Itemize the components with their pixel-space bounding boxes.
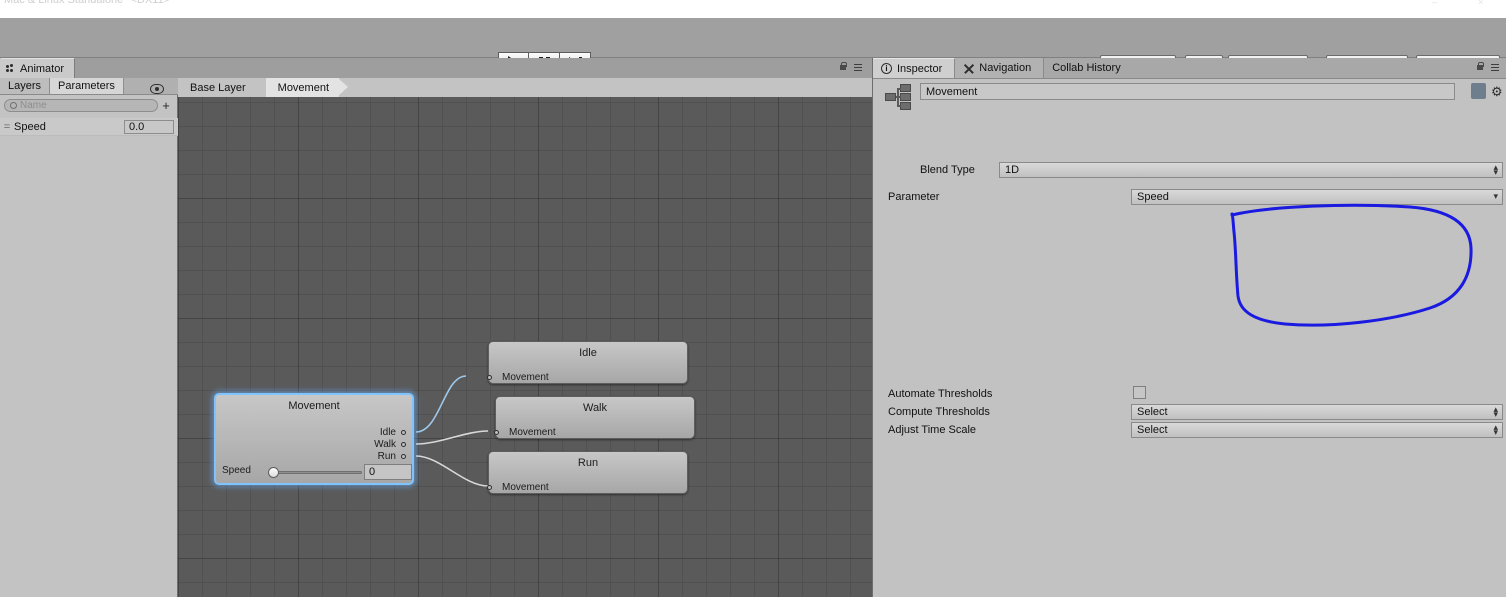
state-node-idle-title: Idle bbox=[579, 347, 597, 359]
breadcrumb-arrow-icon bbox=[254, 78, 265, 96]
blend-type-label: Blend Type bbox=[920, 164, 975, 176]
animator-graph-canvas[interactable]: Base Layer Movement Movement Idle Walk R… bbox=[178, 78, 872, 597]
adjust-time-scale-value: Select bbox=[1137, 424, 1168, 436]
window-close-button[interactable]: × bbox=[1478, 0, 1488, 7]
transition-edges bbox=[415, 375, 489, 487]
search-icon bbox=[10, 101, 17, 109]
animator-icon bbox=[6, 63, 16, 74]
speed-slider-knob[interactable] bbox=[268, 467, 279, 478]
speed-slider-label: Speed bbox=[222, 465, 251, 476]
speed-slider-track[interactable] bbox=[272, 471, 362, 474]
adjust-time-scale-dropdown[interactable]: Select ▴ ▾ bbox=[1131, 422, 1503, 438]
port-label-run: Run bbox=[377, 451, 396, 462]
gear-icon[interactable]: ⚙ bbox=[1491, 84, 1503, 100]
animator-panel-options bbox=[839, 62, 862, 71]
port-dot-walk[interactable] bbox=[401, 442, 406, 447]
tab-animator[interactable]: Animator bbox=[0, 58, 76, 78]
inspector-panel: i Inspector Navigation Collab History Mo… bbox=[872, 58, 1506, 597]
parameter-dropdown[interactable]: Speed ▾ bbox=[1131, 189, 1503, 205]
state-node-walk-title: Walk bbox=[582, 402, 608, 414]
blend-type-value: 1D bbox=[1005, 164, 1020, 176]
state-node-idle-motion: Movement bbox=[502, 372, 549, 383]
drag-handle-icon[interactable]: = bbox=[0, 121, 14, 133]
inspector-panel-options bbox=[1476, 62, 1499, 71]
state-node-run-title: Run bbox=[577, 457, 599, 469]
parameter-name: Speed bbox=[14, 120, 46, 133]
compute-thresholds-label: Compute Thresholds bbox=[888, 406, 990, 418]
tab-collab-history[interactable]: Collab History bbox=[1044, 58, 1133, 78]
tab-inspector[interactable]: i Inspector bbox=[873, 58, 956, 78]
blend-type-dropdown[interactable]: 1D ▴ ▾ bbox=[999, 162, 1503, 178]
port-label-idle: Idle bbox=[379, 427, 396, 438]
tab-layers-label: Layers bbox=[8, 80, 42, 92]
state-node-idle-input-dot[interactable] bbox=[487, 375, 492, 380]
search-input[interactable]: Name bbox=[4, 98, 158, 112]
add-parameter-button[interactable]: + bbox=[158, 98, 174, 113]
blend-tree-node-title: Movement bbox=[288, 400, 340, 412]
parameter-label: Parameter bbox=[888, 191, 940, 203]
tab-inspector-label: Inspector bbox=[897, 62, 943, 75]
unity-toolbar: Collab Account Layers Layout bbox=[0, 18, 1506, 74]
updown-arrows-icon: ▴ ▾ bbox=[1493, 422, 1498, 437]
speed-value-input[interactable]: 0 bbox=[364, 464, 412, 480]
tab-animator-label: Animator bbox=[20, 62, 65, 75]
os-window-title: Mac & Linux Standalone* <DX11> bbox=[4, 0, 171, 6]
port-dot-run[interactable] bbox=[401, 454, 406, 459]
lock-icon[interactable] bbox=[1476, 62, 1484, 71]
compute-thresholds-value: Select bbox=[1137, 406, 1168, 418]
blend-tree-asset-icon bbox=[885, 82, 915, 112]
eye-icon[interactable] bbox=[150, 84, 164, 94]
panel-menu-icon[interactable] bbox=[1488, 63, 1499, 71]
updown-arrows-icon: ▴ ▾ bbox=[1493, 162, 1498, 177]
automate-thresholds-checkbox[interactable] bbox=[1133, 386, 1146, 399]
adjust-time-scale-label: Adjust Time Scale bbox=[888, 424, 977, 436]
animator-window: Animator Layers Parameters Name + = Spee… bbox=[0, 58, 872, 597]
updown-arrows-icon: ▴ ▾ bbox=[1493, 404, 1498, 419]
tab-layers[interactable]: Layers bbox=[0, 78, 51, 94]
state-node-walk[interactable]: Walk Movement bbox=[494, 396, 695, 439]
state-node-walk-motion: Movement bbox=[509, 427, 556, 438]
preset-icon[interactable] bbox=[1471, 83, 1486, 99]
parameter-row-speed[interactable]: = Speed 0.0 bbox=[0, 118, 178, 136]
state-node-run-motion: Movement bbox=[502, 482, 549, 493]
tab-parameters-label: Parameters bbox=[58, 80, 115, 92]
breadcrumb-arrow-icon bbox=[338, 78, 349, 96]
port-label-walk: Walk bbox=[374, 439, 396, 450]
chevron-down-icon: ▾ bbox=[1493, 191, 1498, 201]
inspector-tab-strip: i Inspector Navigation Collab History bbox=[873, 58, 1506, 79]
window-minimize-button[interactable]: – bbox=[1432, 0, 1442, 7]
lock-icon[interactable] bbox=[839, 62, 847, 71]
navigation-icon bbox=[963, 63, 974, 74]
parameters-panel: Layers Parameters Name + = Speed 0.0 bbox=[0, 78, 178, 597]
search-placeholder: Name bbox=[20, 99, 47, 111]
parameter-value-input[interactable]: 0.0 bbox=[124, 119, 174, 134]
automate-thresholds-label: Automate Thresholds bbox=[888, 388, 993, 400]
info-icon: i bbox=[881, 63, 892, 74]
port-dot-idle[interactable] bbox=[401, 430, 406, 435]
state-node-walk-input-dot[interactable] bbox=[494, 430, 499, 435]
parameter-search-row: Name + bbox=[0, 96, 178, 114]
compute-thresholds-dropdown[interactable]: Select ▴ ▾ bbox=[1131, 404, 1503, 420]
panel-menu-icon[interactable] bbox=[851, 63, 862, 71]
state-node-run[interactable]: Run Movement bbox=[487, 451, 688, 494]
layers-parameters-tabs: Layers Parameters bbox=[0, 78, 178, 95]
asset-name-input[interactable]: Movement bbox=[920, 83, 1455, 100]
tab-navigation[interactable]: Navigation bbox=[955, 58, 1045, 78]
os-title-bar: Mac & Linux Standalone* <DX11> – × bbox=[0, 0, 1506, 18]
state-node-idle[interactable]: Idle Movement bbox=[487, 341, 688, 384]
state-node-run-input-dot[interactable] bbox=[487, 485, 492, 490]
tab-parameters[interactable]: Parameters bbox=[50, 78, 124, 94]
animator-tab-strip: Animator bbox=[0, 58, 872, 78]
parameter-value: Speed bbox=[1137, 191, 1169, 203]
blend-tree-node[interactable]: Movement Idle Walk Run Speed 0 bbox=[214, 393, 414, 485]
tab-collab-history-label: Collab History bbox=[1052, 62, 1121, 74]
tab-navigation-label: Navigation bbox=[979, 62, 1032, 74]
